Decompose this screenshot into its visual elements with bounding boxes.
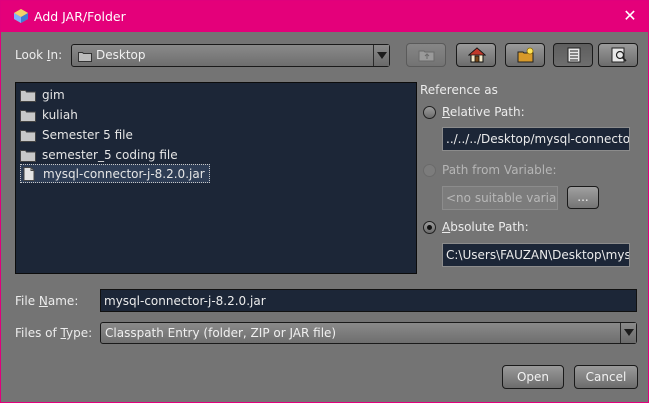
look-in-label: Look In: [15,48,63,62]
add-jar-folder-dialog: Add JAR/Folder ✕ Look In: Desktop gim ku… [0,0,649,403]
open-button[interactable]: Open [502,365,564,389]
absolute-path-field[interactable]: C:\Users\FAUZAN\Desktop\mysq [442,243,630,267]
title-bar: Add JAR/Folder ✕ [1,1,648,32]
app-logo-icon [14,9,28,23]
new-folder-icon [517,47,534,63]
file-list[interactable]: gim kuliah Semester 5 file semester_5 co… [15,82,417,274]
list-item[interactable]: kuliah [20,105,82,124]
file-name: gim [42,87,65,102]
relative-path-label: Relative Path: [442,105,525,119]
relative-path-field[interactable]: ../../../Desktop/mysql-connector-j- [442,127,630,151]
list-item-selected[interactable]: mysql-connector-j-8.2.0.jar [20,164,210,183]
folder-icon [78,52,92,62]
path-from-variable-radio[interactable] [423,164,436,177]
absolute-path-label: Absolute Path: [442,220,529,234]
window-title: Add JAR/Folder [34,9,126,24]
path-from-variable-label: Path from Variable: [442,163,557,177]
folder-icon [20,149,36,162]
close-icon[interactable]: ✕ [620,6,640,26]
folder-icon [20,129,36,142]
list-item[interactable]: semester_5 coding file [20,145,182,164]
files-of-type-label: Files of Type: [15,326,93,340]
file-name-label: File Name: [15,294,79,308]
reference-as-heading: Reference as [420,83,498,97]
file-icon [23,166,35,181]
details-view-button[interactable] [598,43,638,67]
file-name: mysql-connector-j-8.2.0.jar [43,166,205,181]
folder-icon [20,109,36,122]
relative-path-radio[interactable] [423,106,436,119]
list-item[interactable]: Semester 5 file [20,125,137,144]
chevron-down-icon[interactable] [620,323,636,343]
cancel-button[interactable]: Cancel [574,365,638,389]
look-in-value: Desktop [96,48,146,62]
list-view-button[interactable] [553,43,593,67]
files-of-type-value: Classpath Entry (folder, ZIP or JAR file… [105,326,337,340]
absolute-path-radio[interactable] [423,221,436,234]
home-button[interactable] [456,43,496,67]
folder-icon [20,89,36,102]
file-name: kuliah [42,107,78,122]
files-of-type-combobox[interactable]: Classpath Entry (folder, ZIP or JAR file… [100,322,637,344]
file-name: Semester 5 file [42,127,133,142]
home-icon [468,47,486,63]
file-name: semester_5 coding file [42,147,178,162]
up-folder-icon [418,50,435,62]
look-in-combobox[interactable]: Desktop [71,44,390,67]
list-item[interactable]: gim [20,85,69,104]
variable-path-field[interactable]: <no suitable variab [442,186,558,210]
file-name-input[interactable]: mysql-connector-j-8.2.0.jar [100,289,637,312]
chevron-down-icon[interactable] [373,45,389,66]
list-view-icon [567,47,581,63]
details-view-icon [611,47,627,63]
browse-variable-button[interactable]: ... [567,186,599,209]
up-one-level-button[interactable] [406,43,446,67]
create-new-folder-button[interactable] [505,43,545,67]
